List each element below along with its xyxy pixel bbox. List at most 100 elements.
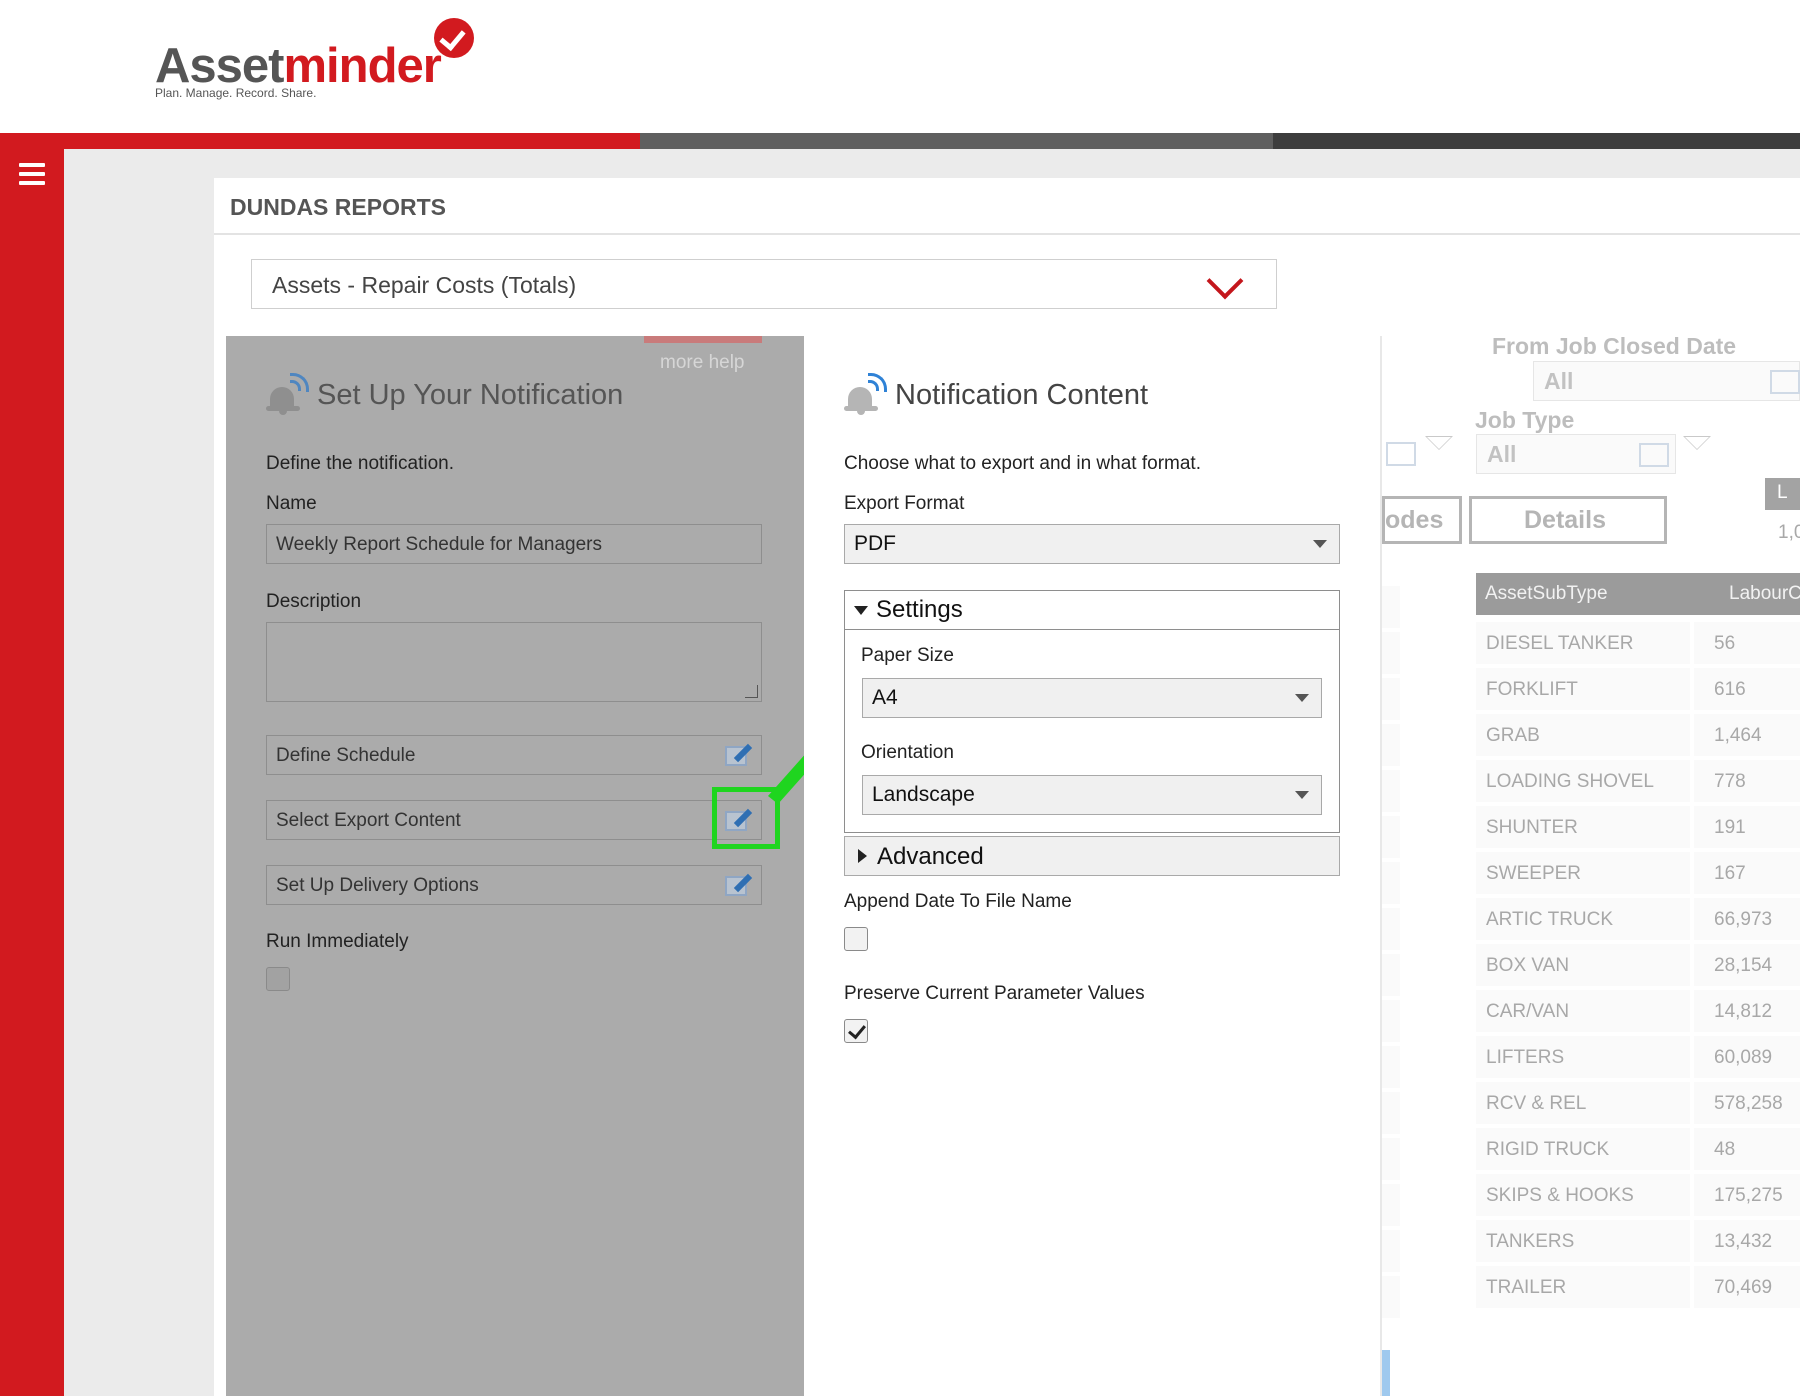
labour-cost-cell: 60,089: [1714, 1047, 1773, 1068]
asset-subtype-cell: BOX VAN: [1486, 955, 1570, 976]
header-color-bar: [0, 133, 1800, 149]
labour-cost-cell: 616: [1714, 679, 1746, 700]
report-select[interactable]: Assets - Repair Costs (Totals): [251, 259, 1277, 309]
advanced-label: Advanced: [877, 843, 984, 870]
column-header: AssetSubType: [1485, 583, 1608, 604]
notification-bell-icon: [266, 373, 309, 415]
export-format-value: PDF: [854, 532, 896, 555]
advanced-toggle[interactable]: Advanced: [844, 836, 1340, 876]
table-row: LOADING SHOVEL 778: [1476, 760, 1800, 804]
content-panel-title: Notification Content: [895, 379, 1149, 411]
orientation-value: Landscape: [872, 783, 975, 806]
codes-button-label: odes: [1385, 506, 1444, 534]
top-right-value: 1,0: [1778, 522, 1800, 543]
labour-cost-cell: 48: [1714, 1139, 1736, 1160]
resize-handle-icon[interactable]: [745, 685, 758, 698]
run-immediately-checkbox[interactable]: [266, 967, 290, 991]
labour-cost-cell: 778: [1714, 771, 1746, 792]
labour-cost-cell: 70,469: [1714, 1277, 1773, 1298]
chevron-down-icon: [1295, 791, 1309, 799]
table-row: FORKLIFT 616: [1476, 668, 1800, 712]
name-input[interactable]: Weekly Report Schedule for Managers: [266, 524, 762, 564]
table-row: RIGID TRUCK 48: [1476, 1128, 1800, 1172]
help-tab[interactable]: [644, 336, 762, 343]
table-row: BOX VAN 28,154: [1476, 944, 1800, 988]
labour-cost-cell: 28,154: [1714, 955, 1773, 976]
select-export-content-row[interactable]: Select Export Content: [266, 800, 762, 840]
more-help-link[interactable]: more help: [660, 352, 745, 374]
setup-panel-title: Set Up Your Notification: [317, 379, 624, 411]
select-export-content-label: Select Export Content: [276, 810, 461, 831]
panel-edge: [1380, 336, 1382, 1396]
preserve-params-checkbox[interactable]: [844, 1019, 868, 1043]
details-button-label: Details: [1524, 506, 1606, 534]
calendar-icon[interactable]: [1770, 370, 1800, 394]
job-type-label: Job Type: [1475, 407, 1575, 433]
settings-toggle[interactable]: Settings: [844, 590, 1340, 630]
description-label: Description: [266, 591, 362, 612]
page-title: DUNDAS REPORTS: [230, 194, 446, 220]
asset-subtype-cell: LIFTERS: [1486, 1047, 1565, 1068]
define-schedule-row[interactable]: Define Schedule: [266, 735, 762, 775]
asset-subtype-cell: ARTIC TRUCK: [1486, 909, 1614, 930]
edit-icon[interactable]: [725, 872, 753, 898]
export-format-select[interactable]: PDF: [844, 524, 1340, 564]
filter-dropdown-icon[interactable]: [1425, 436, 1453, 450]
from-job-closed-field[interactable]: All: [1533, 361, 1800, 401]
preserve-params-label: Preserve Current Parameter Values: [844, 983, 1145, 1004]
description-textarea[interactable]: [266, 622, 762, 702]
delivery-options-row[interactable]: Set Up Delivery Options: [266, 865, 762, 905]
logo-brand-part2: minder: [283, 39, 441, 93]
delivery-options-label: Set Up Delivery Options: [276, 875, 479, 896]
top-right-button-label: L: [1777, 482, 1788, 503]
calendar-icon[interactable]: [1639, 443, 1669, 467]
orientation-select[interactable]: Landscape: [862, 775, 1322, 815]
chevron-down-icon: [1206, 262, 1244, 300]
paper-size-value: A4: [872, 686, 898, 709]
asset-subtype-cell: RIGID TRUCK: [1486, 1139, 1610, 1160]
asset-subtype-cell: FORKLIFT: [1486, 679, 1578, 700]
run-immediately-label: Run Immediately: [266, 931, 409, 952]
name-label: Name: [266, 493, 317, 514]
asset-subtype-cell: TRAILER: [1486, 1277, 1567, 1298]
append-date-label: Append Date To File Name: [844, 891, 1072, 912]
partial-field: [1382, 434, 1422, 474]
filter-dropdown-icon[interactable]: [1683, 436, 1711, 450]
asset-subtype-cell: SKIPS & HOOKS: [1486, 1185, 1634, 1206]
checkmark-icon: [848, 1020, 866, 1040]
edit-icon[interactable]: [725, 742, 753, 768]
chevron-down-icon: [1313, 540, 1327, 548]
from-job-closed-label: From Job Closed Date: [1492, 333, 1737, 359]
codes-button[interactable]: odes: [1382, 496, 1462, 544]
table-row: LIFTERS 60,089: [1476, 1036, 1800, 1080]
table-row: DIESEL TANKER 56: [1476, 622, 1800, 666]
asset-subtype-cell: RCV & REL: [1486, 1093, 1587, 1114]
job-type-value: All: [1487, 441, 1517, 467]
title-divider: [214, 233, 1800, 235]
asset-subtype-cell: LOADING SHOVEL: [1486, 771, 1654, 792]
labour-cost-cell: 66,973: [1714, 909, 1773, 930]
paper-size-select[interactable]: A4: [862, 678, 1322, 718]
table-row: RCV & REL 578,258: [1476, 1082, 1800, 1126]
column-header: LabourC: [1729, 583, 1800, 604]
table-row: ARTIC TRUCK 66,973: [1476, 898, 1800, 942]
asset-subtype-cell: SWEEPER: [1486, 863, 1582, 884]
job-type-field[interactable]: All: [1476, 434, 1676, 474]
table-gutter: [1382, 586, 1400, 1336]
logo-check-icon: [434, 18, 474, 58]
labour-cost-cell: 13,432: [1714, 1231, 1773, 1252]
labour-cost-cell: 56: [1714, 633, 1736, 654]
asset-subtype-cell: TANKERS: [1486, 1231, 1575, 1252]
define-schedule-label: Define Schedule: [276, 745, 416, 766]
top-right-button[interactable]: L: [1765, 478, 1800, 510]
hamburger-icon[interactable]: [19, 163, 45, 185]
asset-subtype-cell: DIESEL TANKER: [1486, 633, 1634, 654]
report-select-value: Assets - Repair Costs (Totals): [272, 272, 577, 298]
labour-cost-cell: 175,275: [1714, 1185, 1783, 1206]
asset-subtype-cell: GRAB: [1486, 725, 1540, 746]
logo-tagline: Plan. Manage. Record. Share.: [155, 86, 317, 100]
orientation-label: Orientation: [861, 742, 954, 763]
paper-size-label: Paper Size: [861, 645, 954, 666]
append-date-checkbox[interactable]: [844, 927, 868, 951]
details-button[interactable]: Details: [1469, 496, 1667, 544]
